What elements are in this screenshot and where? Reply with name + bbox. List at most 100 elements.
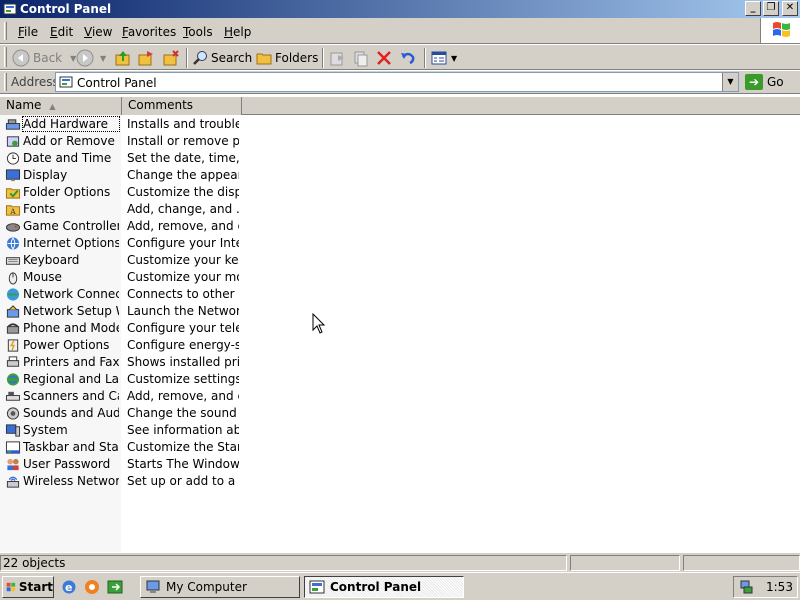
list-item-comment: Customize the displ...	[127, 185, 239, 199]
views-icon	[431, 51, 447, 65]
list-item[interactable]: Folder Options Customize the displ...	[0, 184, 240, 201]
list-item-comment: Customize your mo...	[127, 270, 239, 284]
list-item[interactable]: Network Setup W... Launch the Network...	[0, 303, 240, 320]
network-tray-icon[interactable]	[738, 579, 754, 595]
menu-grip[interactable]	[4, 22, 7, 40]
list-item-name: User Password	[23, 457, 111, 471]
system-tray: 1:53	[733, 576, 798, 598]
address-dropdown-button[interactable]: ▼	[722, 73, 738, 91]
show-desktop-icon[interactable]	[107, 579, 123, 595]
copy-to-icon	[163, 50, 179, 66]
media-player-icon[interactable]	[84, 579, 100, 595]
list-item[interactable]: User Password Starts The Windows...	[0, 456, 240, 473]
taskbar-item-my-computer[interactable]: My Computer	[140, 576, 300, 598]
control-panel-icon	[59, 76, 73, 88]
list-item[interactable]: Power Options Configure energy-s...	[0, 337, 240, 354]
list-item[interactable]: Network Connect... Connects to other c...	[0, 286, 240, 303]
minimize-button[interactable]: _	[745, 1, 761, 16]
menu-favorites[interactable]: Favorites	[122, 25, 176, 39]
menu-edit[interactable]: Edit	[50, 25, 73, 39]
regional-language-icon	[6, 373, 20, 386]
taskbar-item-control-panel[interactable]: Control Panel	[304, 576, 464, 598]
list-item[interactable]: Mouse Customize your mo...	[0, 269, 240, 286]
mouse-icon	[8, 272, 18, 285]
move-to-folder-button[interactable]	[329, 48, 347, 68]
folder-options-icon	[5, 188, 21, 199]
clock[interactable]: 1:53	[766, 580, 793, 594]
copy-to-button[interactable]	[162, 48, 180, 68]
list-item[interactable]: Printers and Faxes Shows installed prin..…	[0, 354, 240, 371]
list-item-name: Printers and Faxes	[23, 355, 119, 369]
back-arrow-icon	[12, 49, 30, 67]
printers-faxes-icon	[6, 356, 20, 367]
list-item[interactable]: Taskbar and Star... Customize the Start..…	[0, 439, 240, 456]
address-input[interactable]: Control Panel ▼	[55, 72, 739, 92]
add-remove-programs-icon	[6, 136, 20, 147]
column-header-comments[interactable]: Comments	[122, 97, 242, 115]
list-item-name: Display	[23, 168, 68, 182]
address-grip[interactable]	[4, 73, 7, 91]
list-item-comment: Add, remove, and c...	[127, 219, 239, 233]
folders-button[interactable]: Folders	[256, 48, 318, 68]
list-item-comment: Starts The Windows...	[127, 457, 239, 471]
keyboard-icon	[5, 257, 21, 265]
list-item-comment: Change the appear...	[127, 168, 239, 182]
list-item[interactable]: Date and Time Set the date, time, ...	[0, 150, 240, 167]
views-button[interactable]: ▼	[431, 48, 457, 68]
network-connections-icon	[6, 288, 20, 301]
forward-dropdown-icon[interactable]: ▼	[100, 54, 106, 63]
item-list[interactable]: Add Hardware Installs and trouble... Add o…	[0, 115, 800, 552]
menu-view[interactable]: View	[84, 25, 112, 39]
forward-button[interactable]: ▼	[76, 48, 106, 68]
folder-up-icon	[115, 51, 130, 66]
list-item[interactable]: Add Hardware Installs and trouble...	[0, 116, 240, 133]
list-item[interactable]: Keyboard Customize your key...	[0, 252, 240, 269]
network-setup-icon	[6, 305, 20, 318]
list-item-name: Add or Remove P...	[23, 134, 119, 148]
list-item-name: Regional and Lan...	[23, 372, 119, 386]
menu-bar: File Edit View Favorites Tools Help	[0, 18, 800, 44]
status-bar: 22 objects	[0, 552, 800, 572]
up-button[interactable]	[114, 48, 132, 68]
list-item-comment: Add, remove, and c...	[127, 389, 239, 403]
list-item[interactable]: Game Controllers Add, remove, and c...	[0, 218, 240, 235]
menu-file[interactable]: File	[18, 25, 38, 39]
move-to-button[interactable]	[137, 48, 155, 68]
menu-help[interactable]: Help	[224, 25, 251, 39]
chevron-down-icon: ▼	[727, 77, 734, 86]
system-icon	[5, 424, 21, 437]
back-button[interactable]: Back ▼	[12, 48, 76, 68]
list-item[interactable]: Phone and Mode... Configure your tele...	[0, 320, 240, 337]
windows-logo	[760, 18, 800, 43]
undo-button[interactable]	[399, 48, 417, 68]
list-item-comment: Change the sound s...	[127, 406, 239, 420]
go-button[interactable]: ➔ Go	[745, 73, 784, 91]
list-item[interactable]: System See information abo...	[0, 422, 240, 439]
delete-button[interactable]	[376, 48, 392, 68]
column-header-name[interactable]: Name ▲	[0, 97, 122, 115]
list-item[interactable]: Display Change the appear...	[0, 167, 240, 184]
internet-explorer-icon[interactable]: e	[61, 579, 77, 595]
list-item[interactable]: Sounds and Audi... Change the sound s...	[0, 405, 240, 422]
move-to-icon	[138, 51, 153, 66]
restore-button[interactable]: ❐	[763, 1, 779, 16]
list-item[interactable]: Regional and Lan... Customize settings ..…	[0, 371, 240, 388]
close-button[interactable]: ✕	[782, 1, 798, 16]
search-button[interactable]: Search	[192, 48, 252, 68]
start-button[interactable]: Start	[2, 576, 54, 598]
list-item-name: Sounds and Audi...	[23, 406, 119, 420]
list-item[interactable]: Scanners and Ca... Add, remove, and c...	[0, 388, 240, 405]
control-panel-icon	[309, 580, 325, 594]
list-item[interactable]: A Fonts Add, change, and ...	[0, 201, 240, 218]
list-item[interactable]: Wireless Network... Set up or add to a ..…	[0, 473, 240, 490]
menu-tools[interactable]: Tools	[183, 25, 213, 39]
copy-to-folder-button[interactable]	[352, 48, 370, 68]
toolbar-separator	[322, 48, 324, 68]
title-bar[interactable]: Control Panel _ ❐ ✕	[0, 0, 800, 18]
views-dropdown-icon[interactable]: ▼	[451, 54, 457, 63]
toolbar-grip[interactable]	[4, 47, 7, 67]
list-item[interactable]: Add or Remove P... Install or remove pr..…	[0, 133, 240, 150]
minimize-icon: _	[750, 2, 756, 13]
list-item-comment: Launch the Network...	[127, 304, 239, 318]
list-item[interactable]: Internet Options Configure your Inte...	[0, 235, 240, 252]
